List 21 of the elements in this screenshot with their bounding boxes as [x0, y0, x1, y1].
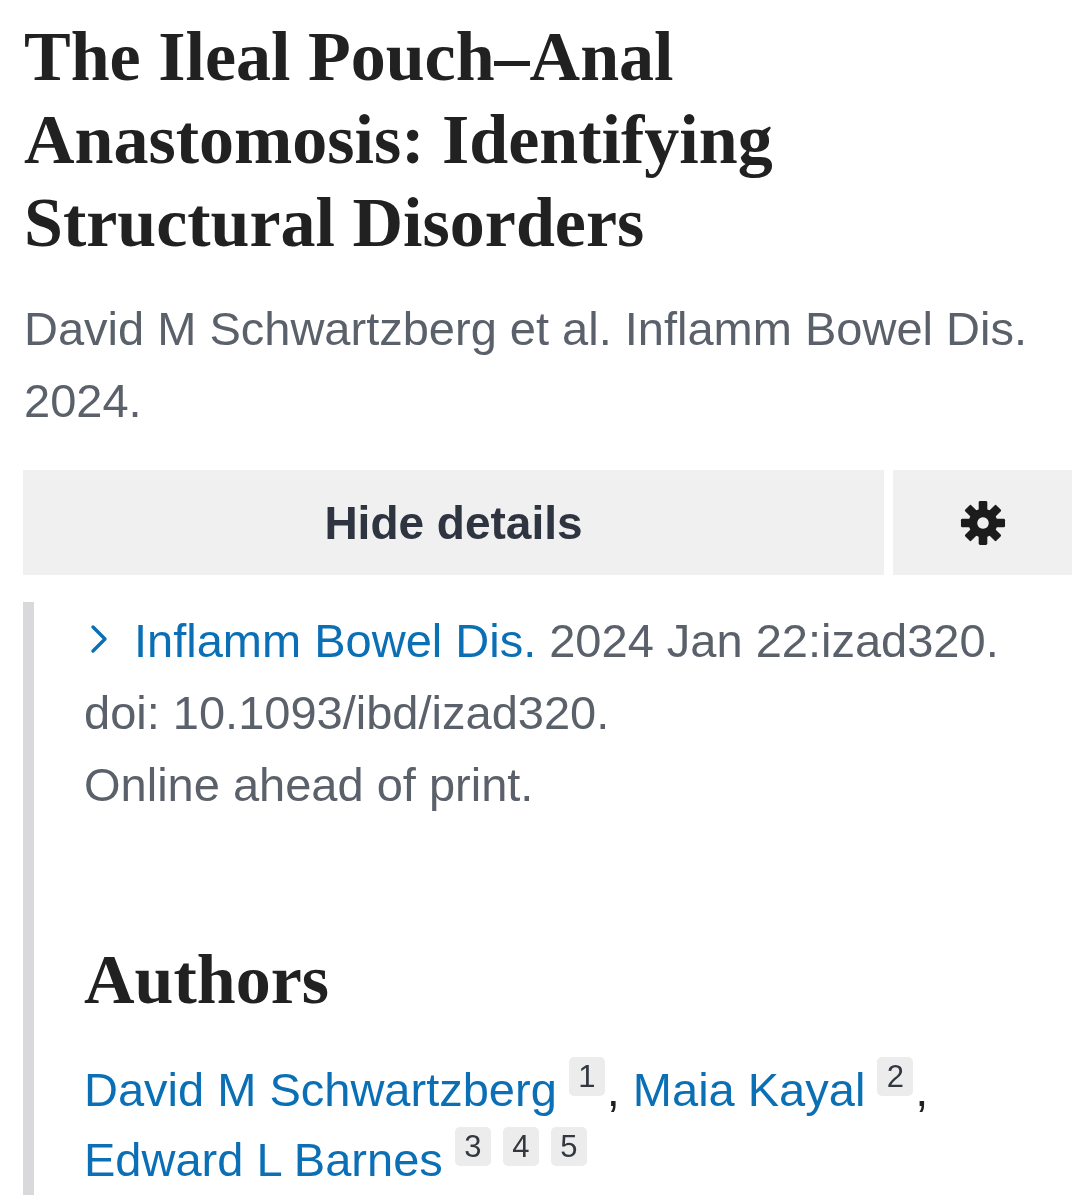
author-link[interactable]: Maia Kayal	[632, 1063, 866, 1116]
publication-status: Online ahead of print.	[84, 758, 534, 811]
chevron-icon	[89, 624, 109, 654]
affiliation-badge[interactable]: 1	[568, 1057, 605, 1096]
article-title: The Ileal Pouch–Anal Anastomosis: Identifying Structural Disorders	[23, 17, 774, 263]
journal-link[interactable]: Inflamm Bowel Dis.	[84, 605, 537, 677]
authors-heading: Authors	[84, 940, 331, 1020]
affiliation-badge[interactable]: 4	[502, 1127, 539, 1166]
author-link[interactable]: Edward L Barnes	[84, 1133, 443, 1186]
hide-details-button[interactable]: Hide details	[23, 470, 884, 575]
affiliation-badge[interactable]: 5	[550, 1127, 587, 1166]
settings-icon	[959, 499, 1006, 546]
author-separator: ,	[606, 1063, 620, 1116]
settings-button[interactable]	[893, 470, 1072, 575]
doi-text: doi: 10.1093/ibd/izad320.	[84, 686, 610, 739]
publication-date: 2024 Jan 22:izad320.	[549, 614, 999, 667]
affiliation-badge[interactable]: 2	[877, 1057, 914, 1096]
author-link[interactable]: David M Schwartzberg	[84, 1063, 557, 1116]
article-citation: David M Schwartzberg et al. Inflamm Bowel Dis. 2024.	[23, 301, 1028, 429]
author-separator: ,	[915, 1063, 929, 1116]
affiliation-badge[interactable]: 3	[454, 1127, 491, 1166]
